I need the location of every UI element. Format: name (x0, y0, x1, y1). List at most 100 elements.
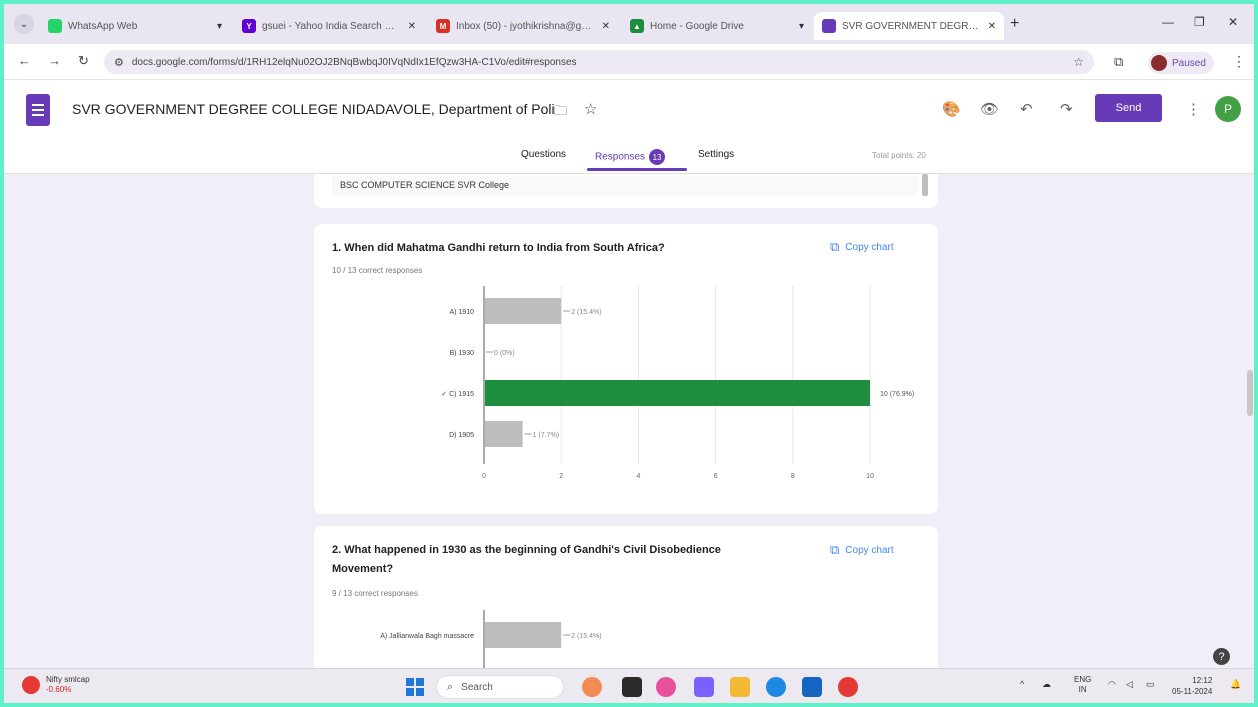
maximize-icon[interactable]: ❐ (1194, 15, 1205, 29)
bar (485, 380, 870, 406)
data-label: 2 (15.4%) (571, 309, 601, 316)
preview-eye-icon[interactable]: 👁 (980, 100, 999, 118)
wifi-icon[interactable]: ◠ (1108, 679, 1116, 690)
notification-bell-icon[interactable]: 🔔 (1230, 679, 1241, 690)
screen: ⌄ WhatsApp Web ▾ Y gsuei - Yahoo India S… (4, 4, 1254, 703)
star-icon[interactable]: ☆ (584, 100, 597, 118)
bar (485, 622, 562, 648)
tick-label: 2 (559, 473, 563, 480)
back-icon[interactable]: ← (18, 53, 31, 68)
forward-icon[interactable]: → (48, 53, 61, 68)
close-icon[interactable]: ✕ (602, 21, 610, 32)
browser-tab-strip: ⌄ WhatsApp Web ▾ Y gsuei - Yahoo India S… (4, 4, 1254, 44)
window-close-icon[interactable]: ✕ (1228, 15, 1238, 29)
search-icon: ⌕ (447, 680, 454, 693)
data-label: 1 (7.7%) (533, 432, 559, 439)
windows-taskbar: Nifty smlcap -0.60% ⌕ Search ^ ☁ ENG IN … (4, 668, 1254, 703)
mail-icon[interactable] (802, 677, 822, 697)
browser-menu-icon[interactable]: ⋮ (1232, 53, 1246, 70)
tick-label: 4 (636, 473, 640, 480)
copilot-icon[interactable] (582, 677, 602, 697)
more-options-icon[interactable]: ⋮ (1186, 100, 1201, 118)
undo-icon[interactable]: ↶ (1020, 100, 1033, 118)
copy-chart-button[interactable]: ⧉ Copy chart (830, 239, 894, 255)
edge-icon[interactable] (766, 677, 786, 697)
browser-tab-whatsapp[interactable]: WhatsApp Web ▾ (40, 12, 230, 40)
folder-icon[interactable]: 🗀 (554, 102, 567, 124)
language-indicator[interactable]: ENG IN (1074, 675, 1091, 695)
active-tab-indicator (587, 168, 687, 171)
profile-button[interactable]: Paused (1148, 52, 1214, 74)
address-bar[interactable]: ⚙ docs.google.com/forms/d/1RH12elqNu02OJ… (104, 50, 1094, 74)
minimize-icon[interactable]: — (1162, 15, 1174, 29)
bookmark-star-icon[interactable]: ☆ (1073, 55, 1084, 69)
battery-icon[interactable]: ▭ (1146, 679, 1155, 690)
page-scrollbar[interactable] (1247, 370, 1253, 416)
forms-logo-icon[interactable] (26, 94, 50, 126)
tab-search-icon[interactable]: ⌄ (14, 14, 34, 34)
card-scrollbar[interactable] (922, 174, 928, 196)
windows-start-icon[interactable] (406, 678, 424, 696)
browser-tab-gmail[interactable]: M Inbox (50) - jyothikrishna@gmail... ✕ (428, 12, 618, 40)
form-title[interactable]: SVR GOVERNMENT DEGREE COLLEGE NIDADAVOLE… (72, 101, 555, 117)
tick-label: 10 (866, 473, 874, 480)
tab-questions[interactable]: Questions (521, 149, 566, 160)
copy-icon: ⧉ (830, 542, 840, 557)
extensions-icon[interactable]: ⧉ (1114, 54, 1123, 70)
forms-header: SVR GOVERNMENT DEGREE COLLEGE NIDADAVOLE… (4, 80, 1254, 174)
copy-chart-button[interactable]: ⧉ Copy chart (830, 542, 894, 558)
data-label: 0 (0%) (494, 350, 515, 357)
tab-dropdown-icon[interactable]: ▾ (799, 21, 804, 32)
responses-count-badge: 13 (649, 149, 666, 165)
bar (485, 298, 562, 324)
palette-icon[interactable]: 🎨 (942, 100, 961, 118)
tab-settings[interactable]: Settings (698, 149, 734, 160)
question-card-1: 1. When did Mahatma Gandhi return to Ind… (314, 224, 938, 514)
help-icon[interactable]: ? (1213, 648, 1230, 665)
account-avatar[interactable]: P (1215, 96, 1241, 122)
responses-content[interactable]: BSC COMPUTER SCIENCE SVR College 1. When… (4, 174, 1254, 668)
browser-tab-drive[interactable]: ▲ Home - Google Drive ▾ (622, 12, 812, 40)
browser-tab-forms[interactable]: SVR GOVERNMENT DEGREE CO... ✕ (814, 12, 1004, 40)
question-title: 2. What happened in 1930 as the beginnin… (332, 544, 721, 575)
teams-icon[interactable] (694, 677, 714, 697)
category-label: D) 1905 (449, 432, 474, 439)
category-label: A) Jallianwala Bagh massacre (380, 633, 474, 640)
app-icon[interactable] (656, 677, 676, 697)
site-info-icon[interactable]: ⚙ (114, 56, 124, 69)
text-response: BSC COMPUTER SCIENCE SVR College (332, 176, 918, 196)
correct-responses-count: 9 / 13 correct responses (332, 589, 418, 598)
send-button[interactable]: Send (1095, 94, 1162, 122)
taskbar-search[interactable]: ⌕ Search (436, 675, 564, 699)
redo-icon[interactable]: ↷ (1060, 100, 1073, 118)
profile-avatar (1151, 55, 1167, 71)
widgets-button[interactable]: Nifty smlcap -0.60% (22, 675, 90, 695)
tab-responses[interactable]: Responses 13 (595, 149, 666, 165)
close-icon[interactable]: ✕ (988, 21, 996, 32)
correct-responses-count: 10 / 13 correct responses (332, 266, 423, 275)
onedrive-icon[interactable]: ☁ (1042, 679, 1051, 690)
volume-icon[interactable]: ◁ (1126, 679, 1133, 690)
tray-chevron-icon[interactable]: ^ (1020, 679, 1024, 689)
category-label: A) 1910 (449, 309, 474, 316)
close-icon[interactable]: ✕ (408, 21, 416, 32)
data-label: 2 (15.4%) (571, 633, 601, 640)
data-label: 10 (76.9%) (880, 391, 914, 398)
bar-chart: A) 1910 2 (15.4%) B) 1930 0 (0%) ✓ C) 1915 10… (441, 286, 914, 480)
tab-dropdown-icon[interactable]: ▾ (217, 21, 222, 32)
form-tabs: Questions Responses 13 Settings Total poi… (4, 142, 1254, 172)
tick-label: 0 (482, 473, 486, 480)
browser-tab-yahoo[interactable]: Y gsuei - Yahoo India Search Re... ✕ (234, 12, 424, 40)
task-view-icon[interactable] (622, 677, 642, 697)
bar (485, 421, 523, 447)
gmail-icon: M (436, 19, 450, 33)
tick-label: 8 (791, 473, 795, 480)
file-explorer-icon[interactable] (730, 677, 750, 697)
chrome-icon[interactable] (838, 677, 858, 697)
previous-question-card: BSC COMPUTER SCIENCE SVR College (314, 174, 938, 208)
reload-icon[interactable]: ↻ (78, 53, 89, 69)
system-clock[interactable]: 12:12 05-11-2024 (1172, 675, 1212, 697)
bar-chart: A) Jallianwala Bagh massacre 2 (15.4%) (380, 610, 602, 668)
new-tab-icon[interactable]: + (1010, 15, 1019, 33)
category-label: B) 1930 (449, 350, 474, 357)
